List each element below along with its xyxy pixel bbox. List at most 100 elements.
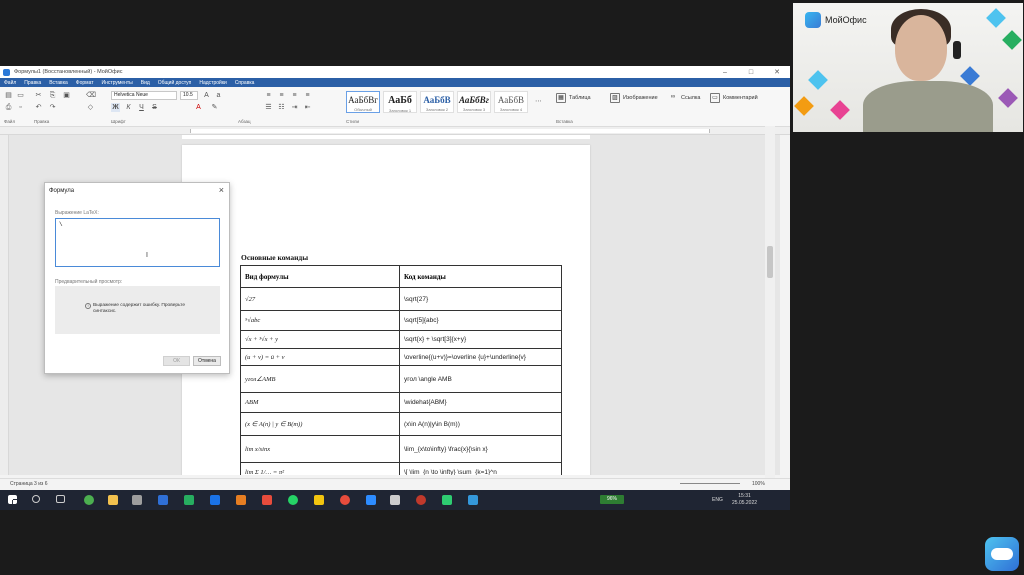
underline-icon[interactable]: Ч bbox=[137, 103, 146, 112]
justify-icon[interactable]: ≡ bbox=[303, 91, 312, 100]
scrollbar-thumb[interactable] bbox=[767, 246, 773, 278]
align-left-icon[interactable]: ≡ bbox=[264, 91, 273, 100]
code-cell[interactable]: \[ \lim_{n \to \infty} \sum_{k=1}^n bbox=[399, 462, 562, 475]
formula-cell[interactable]: lim Σ 1/… = π² bbox=[240, 462, 400, 475]
ok-button[interactable]: ОК bbox=[163, 356, 190, 366]
horizontal-ruler[interactable] bbox=[0, 127, 790, 135]
sticky-notes-icon[interactable] bbox=[314, 495, 324, 505]
vertical-ruler[interactable] bbox=[0, 135, 9, 475]
style-heading-2[interactable]: АаБбВ Заголовок 2 bbox=[420, 91, 454, 113]
formula-cell[interactable]: (u + v) = ū + v bbox=[240, 348, 400, 366]
explorer-icon[interactable] bbox=[108, 495, 118, 505]
code-cell[interactable]: (x\in A(n)|y\in B(m)) bbox=[399, 412, 562, 436]
formula-cell[interactable]: угол∠AMB bbox=[240, 365, 400, 393]
style-heading-3[interactable]: АаБбВг Заголовок 3 bbox=[457, 91, 491, 113]
style-heading-4[interactable]: АаБбВ Заголовок 4 bbox=[494, 91, 528, 113]
code-cell[interactable]: \overline{(u+v)}=\overline {u}+\underlin… bbox=[399, 348, 562, 366]
code-cell[interactable]: \lim_{x\to\infty} \frac{x}{\sin x} bbox=[399, 435, 562, 463]
myoffice-docs-icon[interactable] bbox=[468, 495, 478, 505]
menu-format[interactable]: Формат bbox=[76, 80, 94, 86]
code-cell[interactable]: \sqrt{x} + \sqrt[3]{x+y} bbox=[399, 330, 562, 349]
formula-cell[interactable]: √27 bbox=[240, 287, 400, 311]
presentation-icon[interactable] bbox=[236, 495, 246, 505]
font-color-icon[interactable]: A bbox=[194, 103, 203, 112]
zoom-icon[interactable] bbox=[366, 495, 376, 505]
style-normal[interactable]: АаБбВг Обычный bbox=[346, 91, 380, 113]
formula-cell[interactable]: lim x/sinx bbox=[240, 435, 400, 463]
italic-icon[interactable]: К bbox=[124, 103, 133, 112]
outdent-icon[interactable]: ⇤ bbox=[303, 103, 312, 112]
new-doc-icon[interactable]: ▤ bbox=[4, 91, 13, 100]
code-cell[interactable]: \widehat{ABM} bbox=[399, 392, 562, 413]
code-cell[interactable]: \sqrt{27} bbox=[399, 287, 562, 311]
insert-image-button[interactable]: ▨ Изображение bbox=[610, 93, 658, 103]
code-cell[interactable]: \sqrt[5]{abc} bbox=[399, 310, 562, 331]
menu-view[interactable]: Вид bbox=[141, 80, 150, 86]
menu-tools[interactable]: Инструменты bbox=[102, 80, 133, 86]
clear-format-icon[interactable]: ◇ bbox=[86, 103, 95, 112]
record-icon[interactable] bbox=[340, 495, 350, 505]
menu-file[interactable]: Файл bbox=[4, 80, 16, 86]
align-center-icon[interactable]: ≡ bbox=[277, 91, 286, 100]
insert-table-button[interactable]: ▦ Таблица bbox=[556, 93, 591, 103]
start-icon[interactable] bbox=[8, 495, 17, 504]
formula-cell[interactable]: √x + ³√x + y bbox=[240, 330, 400, 349]
menu-addons[interactable]: Надстройки bbox=[199, 80, 226, 86]
zoom-level[interactable]: 100% bbox=[752, 481, 765, 487]
insert-comment-button[interactable]: ▭ Комментарий bbox=[710, 93, 758, 103]
bold-icon[interactable]: Ж bbox=[111, 103, 120, 112]
formula-cell[interactable]: ABM bbox=[240, 392, 400, 413]
maximize-button[interactable]: □ bbox=[738, 69, 764, 76]
search-icon[interactable] bbox=[32, 495, 40, 503]
format-painter-icon[interactable]: ⌫ bbox=[86, 91, 96, 100]
cube-icon[interactable] bbox=[390, 495, 400, 505]
menu-help[interactable]: Справка bbox=[235, 80, 255, 86]
font-size-select[interactable]: 10.5 bbox=[180, 91, 198, 100]
indent-icon[interactable]: ⇥ bbox=[290, 103, 299, 112]
open-icon[interactable]: ▭ bbox=[16, 91, 25, 100]
align-right-icon[interactable]: ≡ bbox=[290, 91, 299, 100]
vertical-scrollbar[interactable] bbox=[765, 126, 775, 478]
copy-icon[interactable]: ⎘ bbox=[48, 91, 57, 100]
formula-cell[interactable]: (x ∈ A(n) | y ∈ B(m)) bbox=[240, 412, 400, 436]
myoffice-sheet-icon[interactable] bbox=[184, 495, 194, 505]
font-name-select[interactable]: Helvetica Neue bbox=[111, 91, 177, 100]
numbering-icon[interactable]: ☷ bbox=[277, 103, 286, 112]
redo-icon[interactable]: ↷ bbox=[48, 103, 57, 112]
more-styles-icon[interactable]: ⋯ bbox=[534, 97, 543, 106]
close-icon[interactable]: × bbox=[219, 185, 224, 195]
menu-insert[interactable]: Вставка bbox=[49, 80, 68, 86]
shrink-font-icon[interactable]: a bbox=[214, 91, 223, 100]
language-indicator[interactable]: ENG bbox=[712, 497, 723, 503]
menu-edit[interactable]: Правка bbox=[24, 80, 41, 86]
style-heading-1[interactable]: АаБб Заголовок 1 bbox=[383, 91, 417, 113]
app-icon-1[interactable] bbox=[132, 495, 142, 505]
battery-indicator[interactable]: 96% bbox=[600, 495, 624, 504]
chrome-icon[interactable] bbox=[84, 495, 94, 505]
zoom-slider[interactable] bbox=[680, 483, 740, 484]
bullets-icon[interactable]: ☰ bbox=[264, 103, 273, 112]
print-icon[interactable]: ⎙ bbox=[4, 103, 13, 112]
whatsapp-icon[interactable] bbox=[288, 495, 298, 505]
close-window-button[interactable]: ✕ bbox=[764, 68, 790, 76]
undo-icon[interactable]: ↶ bbox=[34, 103, 43, 112]
formula-cell[interactable]: ⁵√abc bbox=[240, 310, 400, 331]
minimize-button[interactable]: – bbox=[712, 69, 738, 76]
grow-font-icon[interactable]: A bbox=[202, 91, 211, 100]
insert-link-button[interactable]: ∞ Ссылка bbox=[668, 93, 701, 103]
task-view-icon[interactable] bbox=[56, 495, 65, 503]
menu-sharing[interactable]: Общий доступ bbox=[158, 80, 192, 86]
myoffice-text-icon[interactable] bbox=[158, 495, 168, 505]
strike-icon[interactable]: S bbox=[150, 103, 159, 112]
myoffice-mail-icon[interactable] bbox=[442, 495, 452, 505]
clock[interactable]: 15:31 25.05.2022 bbox=[732, 493, 757, 507]
pen-app-icon[interactable] bbox=[210, 495, 220, 505]
app-icon-2[interactable] bbox=[262, 495, 272, 505]
app-icon-3[interactable] bbox=[416, 495, 426, 505]
code-cell[interactable]: угол \angle AMB bbox=[399, 365, 562, 393]
cut-icon[interactable]: ✂ bbox=[34, 91, 43, 100]
latex-input[interactable]: \ bbox=[55, 218, 220, 267]
highlight-icon[interactable]: ✎ bbox=[210, 103, 219, 112]
cancel-button[interactable]: Отмена bbox=[193, 356, 221, 366]
save-icon[interactable]: ▫ bbox=[16, 103, 25, 112]
